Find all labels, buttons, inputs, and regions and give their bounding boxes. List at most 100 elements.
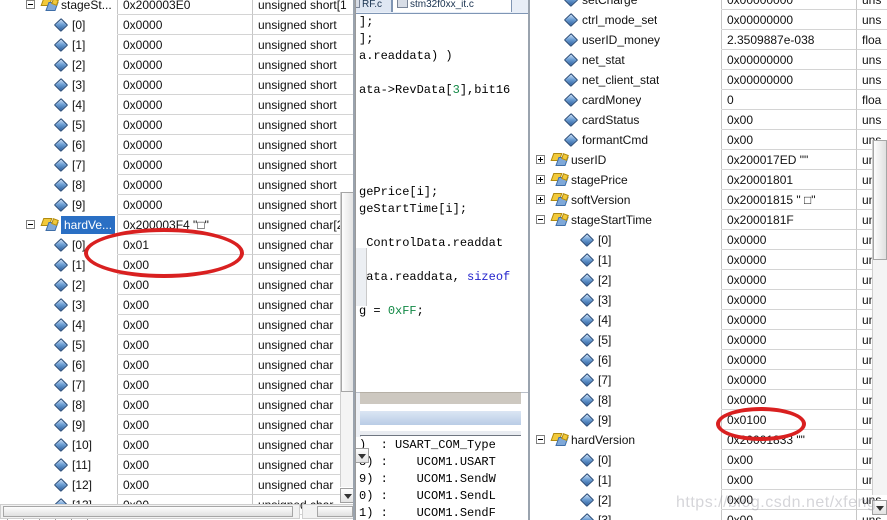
table-row[interactable]: [0] 0x01 unsigned char (0, 235, 355, 255)
table-row[interactable]: [0]0x0000uns (530, 230, 887, 250)
left-hscroll-thumb[interactable] (3, 506, 293, 517)
watch-row-value-cell[interactable]: 0x0000 (118, 95, 253, 115)
watch-row-name-cell[interactable]: ctrl_mode_set (530, 10, 722, 30)
watch-row-name-cell[interactable]: [8] (0, 175, 118, 195)
watch-row-name-cell[interactable]: [7] (0, 155, 118, 175)
watch-row-value-cell[interactable]: 0x0100 (722, 410, 857, 430)
code-text-lower[interactable]: ) : USART_COM_Type 8) : UCOM1.USART 9) : U… (356, 437, 531, 520)
expand-icon[interactable] (536, 175, 545, 184)
table-row[interactable]: [8]0x0000uns (530, 390, 887, 410)
table-row[interactable]: stageSt... 0x200003E0 unsigned short[1 (0, 0, 355, 15)
table-row[interactable]: [6] 0x0000 unsigned short (0, 135, 355, 155)
watch-row-value-cell[interactable]: 0x20001815 " □" (722, 190, 857, 210)
watch-row-value-cell[interactable]: 0x2000181F (722, 210, 857, 230)
table-row[interactable]: cardStatus 0x00 uns (530, 110, 887, 130)
watch-row-value-cell[interactable]: 0x0000 (722, 250, 857, 270)
watch-row-value-cell[interactable]: 0x0000 (722, 350, 857, 370)
watch-row-value-cell[interactable]: 0x00 (118, 375, 253, 395)
table-row[interactable]: stageStartTime0x2000181Funs (530, 210, 887, 230)
watch-row-name-cell[interactable]: [0] (0, 235, 118, 255)
watch-row-name-cell[interactable]: softVersion (530, 190, 722, 210)
table-row[interactable]: [6] 0x00 unsigned char (0, 355, 355, 375)
table-row[interactable]: [7] 0x0000 unsigned short (0, 155, 355, 175)
watch-row-name-cell[interactable]: [2] (0, 275, 118, 295)
watch-row-name-cell[interactable]: [3] (0, 75, 118, 95)
expand-icon[interactable] (536, 195, 545, 204)
editor-tab-1[interactable]: stm32f0xx_it.c (392, 0, 512, 12)
watch-row-name-cell[interactable]: userID (530, 150, 722, 170)
watch-row-name-cell[interactable]: [6] (0, 135, 118, 155)
table-row[interactable]: [4] 0x0000 unsigned short (0, 95, 355, 115)
watch-row-name-cell[interactable]: [1] (0, 35, 118, 55)
watch-row-name-cell[interactable]: [6] (0, 355, 118, 375)
watch-row-name-cell[interactable]: [2] (530, 490, 722, 510)
table-row[interactable]: [2]0x0000uns (530, 270, 887, 290)
watch-row-name-cell[interactable]: cardMoney (530, 90, 722, 110)
table-row[interactable]: userID0x200017ED ""uns (530, 150, 887, 170)
watch-row-value-cell[interactable]: 0x00000000 (722, 0, 857, 10)
watch-row-name-cell[interactable]: [11] (0, 455, 118, 475)
editor-splitter[interactable] (360, 431, 521, 436)
watch-row-value-cell[interactable]: 0x00 (118, 435, 253, 455)
table-row[interactable]: setCharge 0x00000000 uns (530, 0, 887, 10)
watch-row-value-cell[interactable]: 0x00 (722, 490, 857, 510)
watch-row-name-cell[interactable]: userID_money (530, 30, 722, 50)
table-row[interactable]: [2] 0x00 unsigned char (0, 275, 355, 295)
watch-row-value-cell[interactable]: 0x00 (118, 395, 253, 415)
watch-row-value-cell[interactable]: 0x00 (118, 355, 253, 375)
watch-row-value-cell[interactable]: 0x0000 (118, 155, 253, 175)
collapse-icon[interactable] (536, 215, 545, 224)
table-row[interactable]: [1]0x00uns (530, 470, 887, 490)
watch-row-value-cell[interactable]: 0x00 (118, 475, 253, 495)
watch-row-value-cell[interactable]: 0x0000 (722, 230, 857, 250)
watch-row-name-cell[interactable]: [9] (530, 410, 722, 430)
watch-row-name-cell[interactable]: [8] (530, 390, 722, 410)
watch-row-value-cell[interactable]: 0x0000 (722, 370, 857, 390)
right-scroll-thumb[interactable] (873, 140, 887, 260)
watch-row-name-cell[interactable]: [4] (530, 310, 722, 330)
watch-row-name-cell[interactable]: stageStartTime (530, 210, 722, 230)
watch-row-name-cell[interactable]: [0] (0, 15, 118, 35)
watch-row-name-cell[interactable]: [1] (530, 250, 722, 270)
watch-row-value-cell[interactable]: 0x20001801 (722, 170, 857, 190)
editor-vertical-scrollbar[interactable] (356, 248, 367, 306)
table-row[interactable]: [1]0x0000uns (530, 250, 887, 270)
watch-row-value-cell[interactable]: 0x00 (118, 455, 253, 475)
table-row[interactable]: [3] 0x0000 unsigned short (0, 75, 355, 95)
watch-row-value-cell[interactable]: 0x0000 (118, 15, 253, 35)
watch-row-value-cell[interactable]: 0x200003E0 (118, 0, 253, 15)
watch-row-name-cell[interactable]: [7] (0, 375, 118, 395)
watch-row-name-cell[interactable]: [5] (530, 330, 722, 350)
table-row[interactable]: ctrl_mode_set 0x00000000 uns (530, 10, 887, 30)
watch-row-name-cell[interactable]: [1] (0, 255, 118, 275)
table-row[interactable]: net_client_stat 0x00000000 uns (530, 70, 887, 90)
table-row[interactable]: [4] 0x00 unsigned char (0, 315, 355, 335)
watch-row-name-cell[interactable]: [5] (0, 115, 118, 135)
watch-row-value-cell[interactable]: 0x00000000 (722, 70, 857, 90)
watch-row-name-cell[interactable]: cardStatus (530, 110, 722, 130)
watch-row-name-cell[interactable]: net_client_stat (530, 70, 722, 90)
watch-row-name-cell[interactable]: [3] (530, 290, 722, 310)
watch-row-value-cell[interactable]: 0x0000 (118, 115, 253, 135)
right-pane-vertical-scrollbar[interactable] (872, 140, 887, 495)
watch-row-name-cell[interactable]: [8] (0, 395, 118, 415)
watch-row-name-cell[interactable]: [10] (0, 435, 118, 455)
watch-row-name-cell[interactable]: [1] (530, 470, 722, 490)
table-row[interactable]: [3] 0x00 uns (530, 510, 887, 520)
editor-tab-0[interactable]: RF.c (356, 0, 392, 12)
left-pane-horizontal-scrollbar[interactable] (0, 504, 300, 519)
table-row[interactable]: [10] 0x00 unsigned char (0, 435, 355, 455)
watch-row-name-cell[interactable]: [12] (0, 475, 118, 495)
table-row[interactable]: [8] 0x0000 unsigned short (0, 175, 355, 195)
table-row[interactable]: [9]0x0100uns (530, 410, 887, 430)
watch-row-value-cell[interactable]: 0x0000 (722, 290, 857, 310)
watch-row-name-cell[interactable]: [4] (0, 95, 118, 115)
table-row[interactable]: [5]0x0000uns (530, 330, 887, 350)
watch-row-value-cell[interactable]: 0x200003F4 "□" (118, 215, 253, 235)
table-row[interactable]: [4]0x0000uns (530, 310, 887, 330)
watch-row-value-cell[interactable]: 0x00 (118, 275, 253, 295)
watch-row-value-cell[interactable]: 0x00 (722, 470, 857, 490)
watch-row-value-cell[interactable]: 0x0000 (118, 195, 253, 215)
watch-row-value-cell[interactable]: 0x0000 (722, 310, 857, 330)
watch-row-name-cell[interactable]: [5] (0, 335, 118, 355)
